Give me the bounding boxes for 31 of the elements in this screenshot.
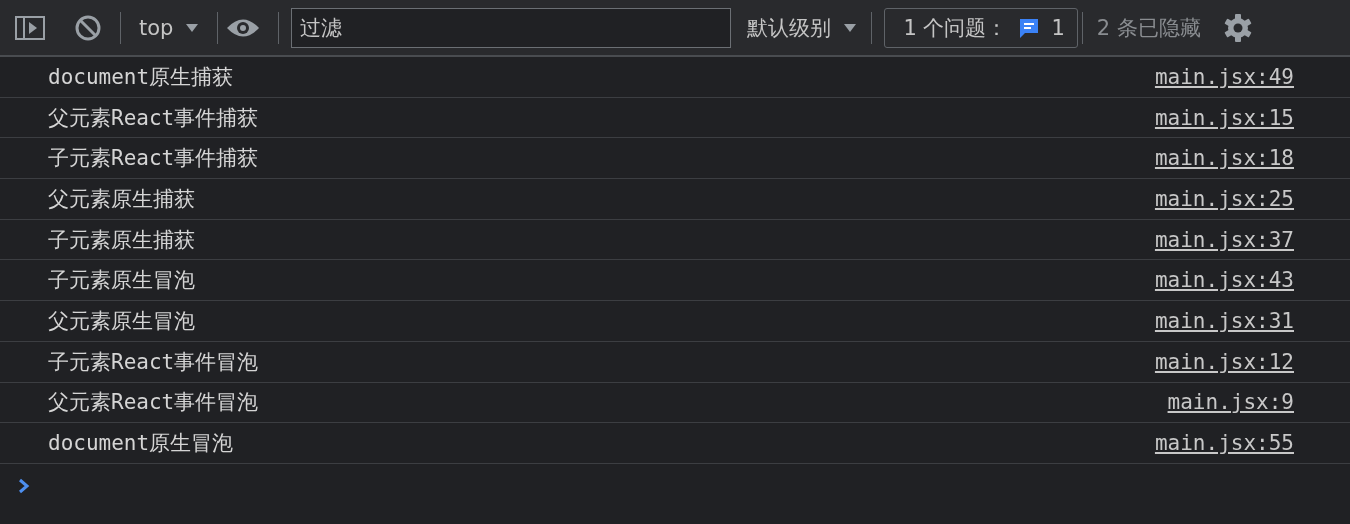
issues-button[interactable]: 1 个问题： 1	[884, 7, 1078, 48]
log-message: 父元素原生冒泡	[48, 307, 195, 335]
clear-console-icon[interactable]	[74, 13, 102, 42]
log-level-dropdown[interactable]: 默认级别	[737, 13, 868, 42]
log-message: 子元素原生冒泡	[48, 267, 195, 295]
source-link[interactable]: main.jsx:18	[1154, 146, 1294, 171]
source-link[interactable]: main.jsx:12	[1154, 349, 1294, 374]
caret-icon	[185, 22, 200, 33]
context-dropdown[interactable]: top	[129, 15, 210, 40]
source-link[interactable]: main.jsx:9	[1167, 390, 1294, 415]
log-message: 子元素React事件冒泡	[48, 348, 259, 376]
source-link[interactable]: main.jsx:37	[1154, 227, 1294, 252]
log-message: 子元素原生捕获	[48, 226, 195, 254]
log-message: document原生捕获	[48, 63, 234, 91]
sidebar-toggle-icon[interactable]	[14, 14, 46, 41]
source-link[interactable]: main.jsx:43	[1154, 268, 1294, 293]
caret-icon	[843, 22, 858, 33]
log-message: document原生冒泡	[48, 430, 234, 458]
source-link[interactable]: main.jsx:15	[1154, 105, 1294, 130]
source-link[interactable]: main.jsx:49	[1154, 64, 1294, 89]
settings-icon[interactable]	[1222, 12, 1253, 43]
prompt-chevron-icon[interactable]	[18, 477, 30, 494]
filter-field[interactable]: 过滤	[291, 7, 732, 48]
log-message: 子元素React事件捕获	[48, 145, 259, 173]
log-message: 父元素原生捕获	[48, 185, 195, 213]
log-message: 父元素React事件冒泡	[48, 389, 259, 417]
source-link[interactable]: main.jsx:25	[1154, 186, 1294, 211]
source-link[interactable]: main.jsx:55	[1154, 431, 1294, 456]
hidden-count: 2 条已隐藏	[1096, 14, 1201, 42]
source-link[interactable]: main.jsx:31	[1154, 308, 1294, 333]
log-message: 父元素React事件捕获	[48, 104, 259, 132]
